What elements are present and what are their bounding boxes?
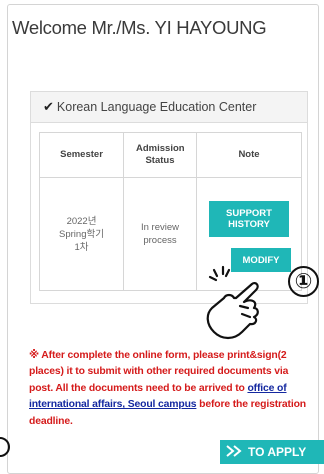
semester-round: 1차 (74, 241, 89, 253)
to-apply-button[interactable]: TO APPLY (220, 440, 324, 464)
semester-year: 2022년 (66, 215, 97, 227)
panel-header: ✔ Korean Language Education Center (31, 92, 307, 123)
panel-title: Korean Language Education Center (56, 100, 257, 114)
support-history-button[interactable]: SUPPORT HISTORY (209, 200, 289, 237)
status-cell: In review process (123, 177, 197, 291)
submission-notice: ※ After complete the online form, please… (29, 348, 311, 430)
check-icon: ✔ (43, 99, 54, 114)
support-label-2: HISTORY (228, 218, 270, 230)
header-admission-status: Admission Status (123, 132, 197, 178)
support-label-1: SUPPORT (226, 207, 272, 219)
pointing-hand-icon (206, 265, 259, 340)
semester-term: Spring학기 (59, 228, 104, 240)
table-header-row: Semester Admission Status Note (39, 132, 302, 178)
status-line-2: process (143, 235, 177, 246)
status-line-1: In review (140, 222, 179, 233)
arrow-right-icon (226, 445, 242, 457)
welcome-heading: Welcome Mr./Ms. YI HAYOUNG (12, 17, 267, 38)
header-semester: Semester (39, 132, 124, 178)
callout-number-one: ① (288, 266, 319, 297)
header-note: Note (196, 132, 302, 178)
semester-cell: 2022년 Spring학기 1차 (39, 177, 124, 291)
